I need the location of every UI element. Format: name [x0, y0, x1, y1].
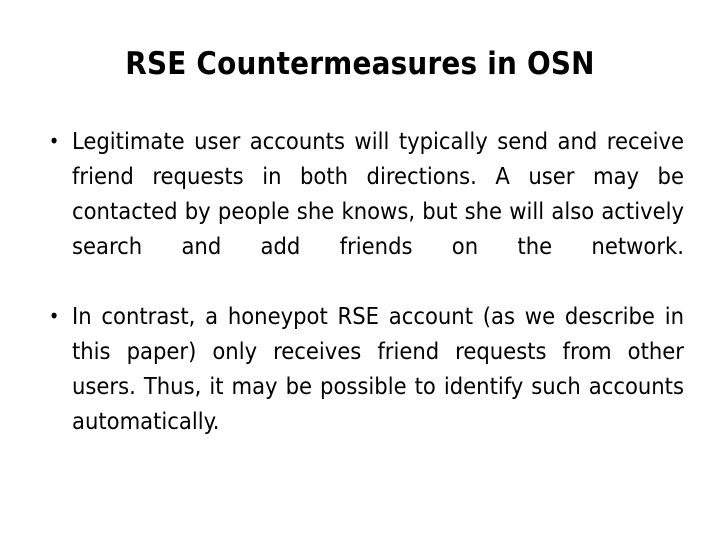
list-item-text: In contrast, a honeypot RSE account (as …	[72, 302, 684, 435]
page-title: RSE Countermeasures in OSN	[125, 46, 595, 82]
bullet-list: • Legitimate user accounts will typicall…	[36, 124, 684, 474]
list-item: • In contrast, a honeypot RSE account (a…	[36, 299, 684, 474]
bullet-point-icon: •	[48, 129, 60, 153]
list-item: • Legitimate user accounts will typicall…	[36, 124, 684, 299]
presentation-slide: RSE Countermeasures in OSN • Legitimate …	[0, 0, 720, 540]
list-item-text: Legitimate user accounts will typically …	[72, 127, 684, 260]
bullet-point-icon: •	[48, 304, 60, 328]
